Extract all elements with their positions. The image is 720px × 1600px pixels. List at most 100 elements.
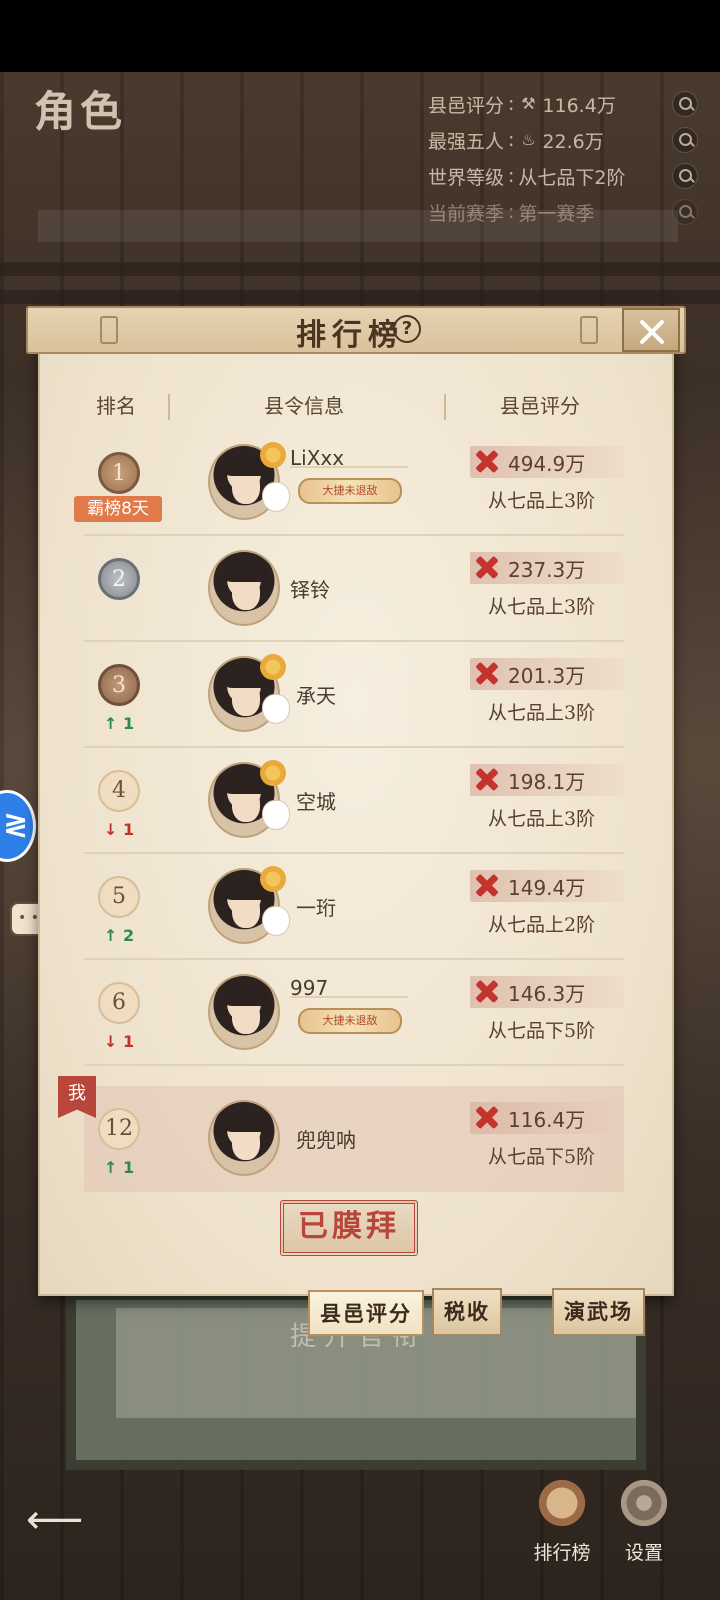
leaderboard-row[interactable]: 6 ↓ 1 997 大捷未退敌 146.3万 从七品下5阶: [84, 960, 624, 1066]
flower-frame-icon: [260, 442, 286, 468]
leaderboard-row[interactable]: 3 ↑ 1 承天 201.3万 从七品上3阶: [84, 642, 624, 748]
streak-tag: 霸榜8天: [74, 496, 162, 522]
rank-level: 从七品上3阶: [488, 490, 596, 512]
stat-separator: :: [508, 93, 515, 115]
bunny-pet-icon: [262, 694, 290, 724]
trend-value: 2: [122, 926, 135, 945]
stat-separator: :: [508, 129, 515, 151]
my-rank-row[interactable]: 我 12 ↑ 1 兜兜呐 116.4万 从七品下5阶: [58, 1076, 624, 1192]
stats-panel: 县邑评分 : ⚒ 116.4万 最强五人 : ♨ 22.6万 世界等级 : 从七…: [428, 86, 698, 230]
leaderboard-nav-button[interactable]: 排行榜: [522, 1476, 602, 1576]
avatar[interactable]: [208, 1100, 280, 1176]
player-name: 承天: [296, 684, 336, 708]
bunny-pet-icon: [262, 800, 290, 830]
score-value: 149.4万: [508, 876, 586, 900]
search-icon[interactable]: [672, 163, 698, 189]
stat-label: 县邑评分: [428, 94, 505, 117]
gear-icon: [617, 1476, 671, 1530]
player-name: 铎铃: [290, 578, 330, 602]
bunny-pet-icon: [262, 906, 290, 936]
title-plaque: 大捷未退敌: [298, 1008, 402, 1034]
help-icon[interactable]: ?: [393, 315, 421, 343]
player-name: 空城: [296, 790, 336, 814]
page-title: 角色: [34, 87, 127, 136]
trend-value: 1: [122, 1032, 135, 1051]
hammer-axe-icon: [472, 1102, 502, 1132]
stat-row-top-five: 最强五人 : ♨ 22.6万: [428, 122, 698, 158]
rank-level: 从七品下5阶: [488, 1020, 596, 1042]
leaderboard-row[interactable]: 1 霸榜8天 LiXxx 大捷未退敌 494.9万 从七品上3阶: [74, 430, 624, 536]
trend-value: 1: [122, 820, 135, 839]
hammer-axe-icon: [472, 658, 502, 688]
stat-value: 从七品下2阶: [518, 166, 626, 189]
column-header-score: 县邑评分: [500, 394, 580, 418]
bunny-pet-icon: [262, 482, 290, 512]
trend-up-indicator: ↑ 1: [104, 714, 135, 733]
column-header-rank: 排名: [96, 394, 136, 418]
column-divider: [168, 394, 170, 420]
stat-value: 22.6万: [542, 130, 604, 153]
rank-level: 从七品上3阶: [488, 702, 596, 724]
score-value: 494.9万: [508, 452, 586, 476]
close-button[interactable]: [622, 308, 680, 352]
hammer-axe-icon: [472, 552, 502, 582]
flower-frame-icon: [260, 654, 286, 680]
rank-level: 从七品上3阶: [488, 808, 596, 830]
column-header-info: 县令信息: [264, 394, 344, 418]
search-icon[interactable]: [672, 127, 698, 153]
avatar[interactable]: [208, 974, 280, 1050]
stat-label: 最强五人: [428, 130, 505, 153]
trend-value: 1: [122, 1158, 135, 1177]
rank-badge: 12: [98, 1108, 140, 1150]
score-value: 237.3万: [508, 558, 586, 582]
back-arrow-icon[interactable]: ⟵: [26, 1500, 83, 1540]
worship-button[interactable]: 已膜拜: [280, 1200, 418, 1256]
trend-up-indicator: ↑ 2: [104, 926, 135, 945]
header-decoration: [100, 316, 118, 344]
score-value: 116.4万: [508, 1108, 586, 1132]
leaderboard-icon: [535, 1476, 589, 1530]
hammer-axe-icon: [472, 976, 502, 1006]
hammer-axe-icon: ⚒: [521, 94, 536, 113]
nav-label: 排行榜: [533, 1542, 591, 1564]
background-beam: [0, 262, 720, 276]
search-icon[interactable]: [672, 91, 698, 117]
rank-level: 从七品下5阶: [488, 1146, 596, 1168]
status-bar-area: [0, 0, 720, 72]
leaderboard-row[interactable]: 5 ↑ 2 一珩 149.4万 从七品上2阶: [84, 854, 624, 960]
trend-down-indicator: ↓ 1: [104, 820, 135, 839]
trend-value: 1: [122, 714, 135, 733]
rank-level: 从七品上3阶: [488, 596, 596, 618]
trend-up-indicator: ↑ 1: [104, 1158, 135, 1177]
pot-icon: ♨: [521, 130, 536, 149]
score-value: 198.1万: [508, 770, 586, 794]
tab-tax[interactable]: 税收: [432, 1288, 502, 1336]
stat-label: 世界等级: [428, 166, 505, 189]
avatar[interactable]: [208, 550, 280, 626]
rank-badge: 4: [98, 770, 140, 812]
player-name: 一珩: [296, 896, 336, 920]
tab-county-score[interactable]: 县邑评分: [308, 1290, 424, 1336]
flower-frame-icon: [260, 760, 286, 786]
rank-badge: 1: [98, 452, 140, 494]
stat-row-world-level: 世界等级 : 从七品下2阶: [428, 158, 698, 194]
rank-level: 从七品上2阶: [488, 914, 596, 936]
leaderboard-row[interactable]: 4 ↓ 1 空城 198.1万 从七品上3阶: [84, 748, 624, 854]
name-divider: [290, 996, 408, 998]
score-value: 146.3万: [508, 982, 586, 1006]
leaderboard-row[interactable]: 2 铎铃 237.3万 从七品上3阶: [84, 536, 624, 642]
tab-arena[interactable]: 演武场: [552, 1288, 645, 1336]
rank-badge: 3: [98, 664, 140, 706]
nav-label: 设置: [624, 1542, 663, 1564]
name-divider: [290, 466, 408, 468]
stat-row-county-score: 县邑评分 : ⚒ 116.4万: [428, 86, 698, 122]
background-bar: [38, 210, 678, 242]
stat-separator: :: [508, 165, 515, 187]
hammer-axe-icon: [472, 870, 502, 900]
hammer-axe-icon: [472, 446, 502, 476]
column-divider: [444, 394, 446, 420]
title-plaque: 大捷未退敌: [298, 478, 402, 504]
settings-nav-button[interactable]: 设置: [604, 1476, 684, 1576]
hammer-axe-icon: [472, 764, 502, 794]
trend-down-indicator: ↓ 1: [104, 1032, 135, 1051]
